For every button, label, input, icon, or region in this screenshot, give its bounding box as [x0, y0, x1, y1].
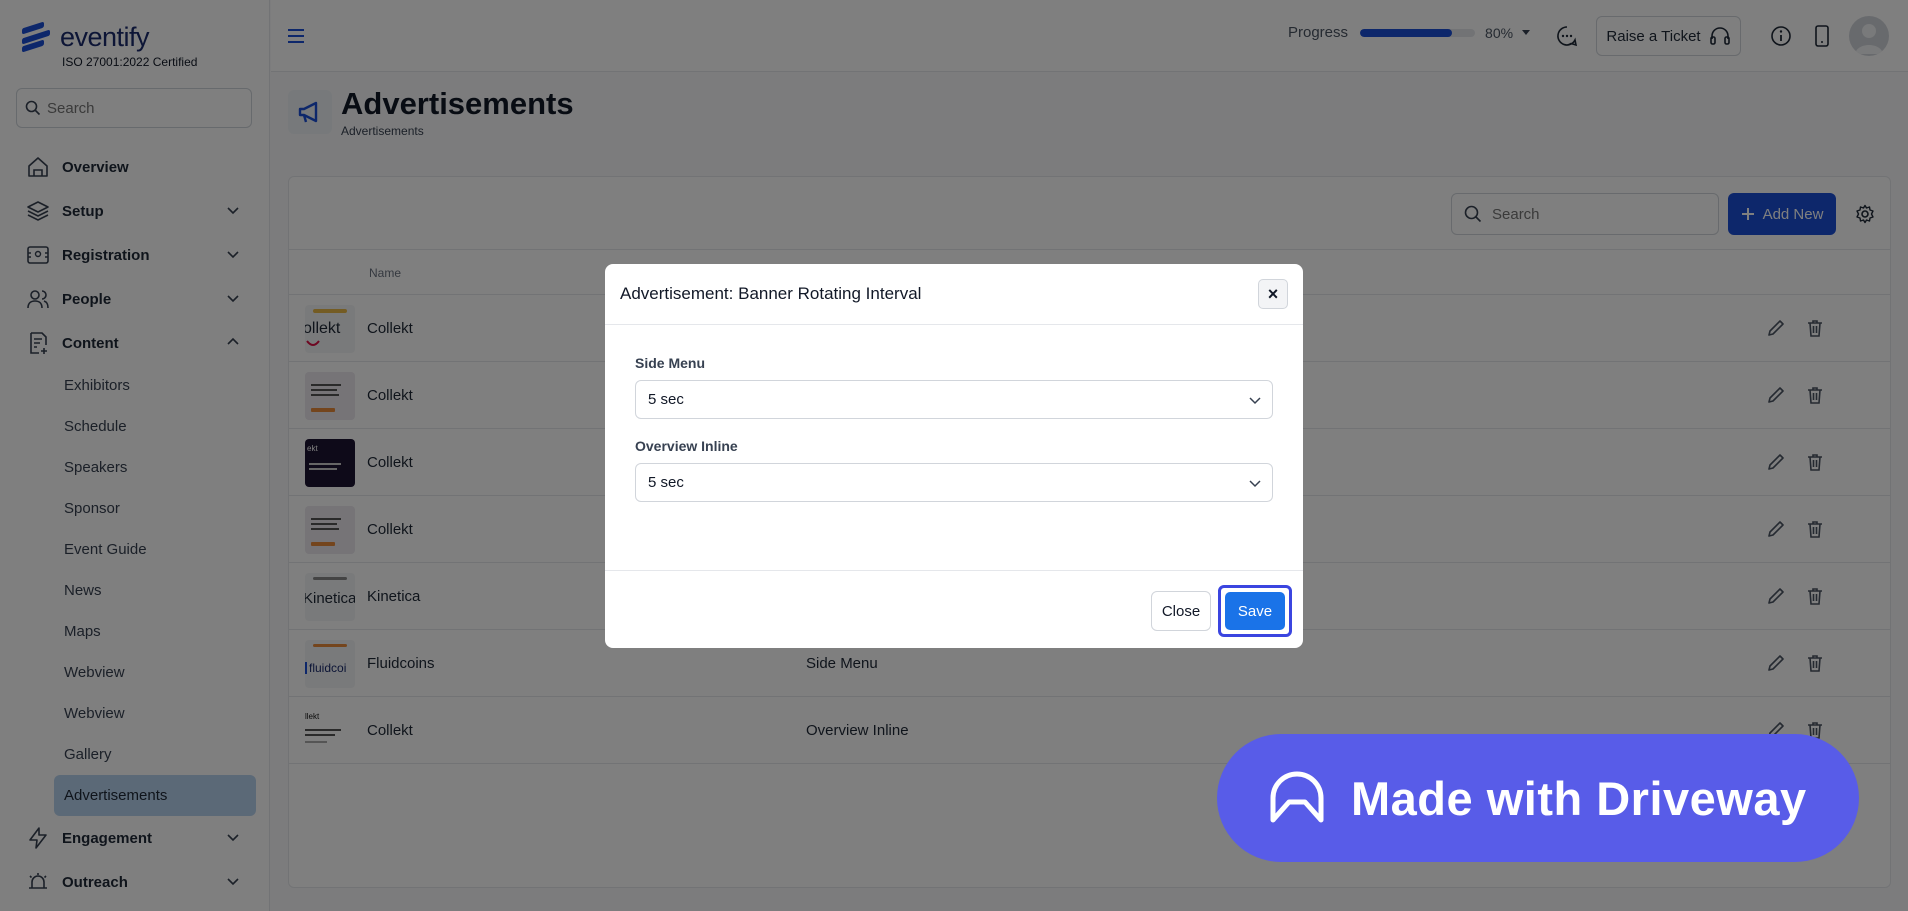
- close-button[interactable]: Close: [1151, 591, 1211, 631]
- modal-title: Advertisement: Banner Rotating Interval: [620, 284, 922, 303]
- modal-header: Advertisement: Banner Rotating Interval …: [605, 264, 1303, 325]
- save-button[interactable]: Save: [1225, 592, 1285, 630]
- overview-inline-label: Overview Inline: [635, 438, 738, 454]
- watermark-text: Made with Driveway: [1351, 771, 1807, 825]
- modal-footer: Close Save: [605, 570, 1303, 648]
- banner-interval-modal: Advertisement: Banner Rotating Interval …: [605, 264, 1303, 648]
- driveway-logo-icon: [1270, 771, 1324, 823]
- driveway-watermark[interactable]: Made with Driveway: [1217, 734, 1859, 862]
- chevron-down-icon: [1249, 397, 1261, 405]
- chevron-down-icon: [1249, 480, 1261, 488]
- overview-inline-interval-select[interactable]: 5 sec: [635, 463, 1273, 502]
- side-menu-interval-select[interactable]: 5 sec: [635, 380, 1273, 419]
- side-menu-interval-value: 5 sec: [648, 391, 684, 408]
- close-icon[interactable]: ×: [1258, 279, 1288, 309]
- side-menu-label: Side Menu: [635, 355, 706, 371]
- overview-inline-interval-value: 5 sec: [648, 474, 684, 491]
